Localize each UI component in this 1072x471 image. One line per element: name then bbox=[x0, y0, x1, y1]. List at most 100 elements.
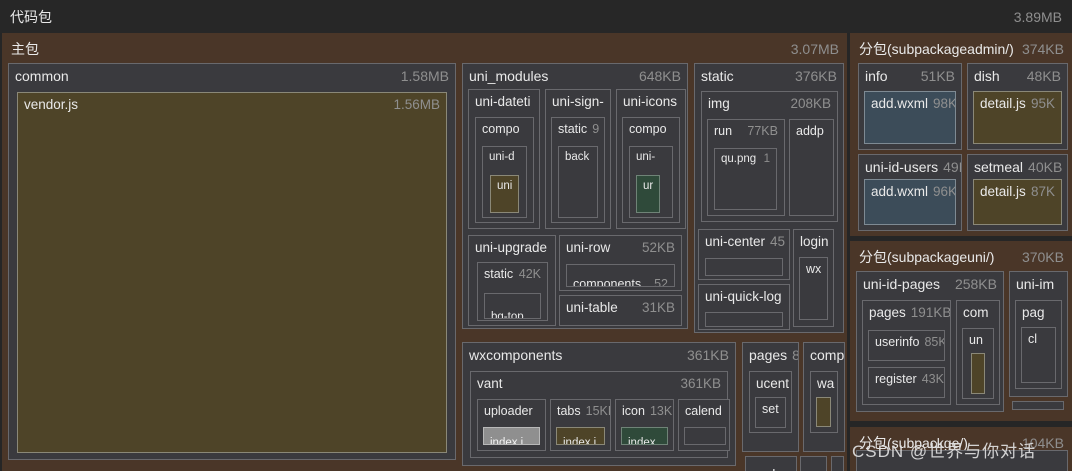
treemap-node-uni-table[interactable]: uni-table31KB bbox=[559, 295, 682, 326]
treemap-node-set[interactable]: set bbox=[755, 397, 786, 428]
node-label: login bbox=[800, 234, 829, 249]
treemap-node-addp[interactable]: addp bbox=[789, 119, 834, 216]
node-header: wxcomponents361KB bbox=[463, 343, 735, 367]
node-size: 1.58MB bbox=[401, 68, 449, 84]
node-header: qu.png1 bbox=[715, 149, 776, 169]
node-header: components52 bbox=[567, 275, 674, 287]
node-size: 258KB bbox=[955, 276, 997, 292]
node-header: wa bbox=[811, 372, 837, 395]
node-header: uni-im bbox=[1010, 272, 1067, 296]
node-header: bg-top bbox=[485, 309, 540, 319]
node-label: icon bbox=[622, 404, 645, 418]
treemap-node-add-wxml[interactable]: add.wxml 98K bbox=[864, 91, 956, 144]
treemap-node-wx[interactable]: wx bbox=[799, 257, 828, 320]
node-label: uni-dateti bbox=[475, 94, 531, 109]
node-size: 13KB bbox=[650, 404, 673, 418]
node-label: compo bbox=[482, 122, 520, 136]
node-header: detail.js95K bbox=[974, 92, 1061, 115]
node-label: add.wxml bbox=[871, 96, 928, 111]
treemap-node-uni[interactable]: uni bbox=[490, 175, 519, 213]
node-header: cl bbox=[1022, 328, 1055, 350]
node-label: pages bbox=[869, 305, 906, 320]
treemap-nodes-layer: common1.58MBvendor.js1.56MBuni_modules64… bbox=[0, 0, 1072, 471]
treemap-node-components[interactable]: components52 bbox=[566, 264, 675, 287]
node-label: comp bbox=[810, 347, 844, 363]
treemap-node-app[interactable]: app bbox=[800, 456, 827, 471]
node-label: uploader bbox=[484, 404, 533, 418]
treemap-node-detail-js[interactable]: detail.js95K bbox=[973, 91, 1062, 144]
node-header: back bbox=[559, 147, 597, 167]
node-label: uni-center bbox=[705, 234, 765, 249]
treemap-node-add-wxml[interactable]: add.wxml96K bbox=[864, 179, 956, 225]
treemap-node-userinfo[interactable]: userinfo85K bbox=[868, 330, 945, 361]
treemap-node[interactable] bbox=[705, 258, 783, 276]
node-label: ur bbox=[643, 180, 653, 192]
node-size: 98K bbox=[933, 96, 955, 111]
node-header: uni_modules648KB bbox=[463, 64, 687, 88]
node-label: register bbox=[875, 372, 917, 386]
node-header: un bbox=[963, 329, 993, 351]
treemap-node-index-j[interactable]: index.j bbox=[483, 427, 540, 445]
node-header: vendor.js1.56MB bbox=[18, 93, 446, 116]
node-label: un bbox=[969, 333, 983, 347]
node-label: uni-icons bbox=[623, 94, 677, 109]
node-size: 43KB bbox=[922, 372, 944, 386]
node-label: uni-d bbox=[489, 151, 515, 163]
node-label: add.wxml bbox=[871, 184, 928, 199]
node-header: uni-icons bbox=[617, 90, 685, 113]
treemap-node[interactable] bbox=[1012, 401, 1064, 410]
treemap-node-index-j[interactable]: index.j bbox=[556, 427, 605, 445]
node-size: 42K bbox=[519, 267, 541, 281]
node-header: add.wxml96K bbox=[865, 180, 955, 203]
node-size: 31KB bbox=[642, 300, 675, 315]
node-header: uploader bbox=[478, 400, 545, 422]
node-header: setmeal40KB bbox=[968, 155, 1067, 179]
node-header: register 43KB bbox=[869, 368, 944, 390]
treemap-node[interactable] bbox=[831, 456, 844, 471]
treemap-node-bg-top[interactable]: bg-top bbox=[484, 293, 541, 319]
treemap-node[interactable] bbox=[971, 353, 985, 394]
treemap-node-ur[interactable]: ur bbox=[636, 175, 660, 213]
node-header: run77KB bbox=[708, 120, 784, 142]
node-label: index bbox=[628, 437, 656, 445]
node-header: index bbox=[622, 435, 667, 445]
node-header: static 42K bbox=[478, 263, 547, 285]
node-header: uni bbox=[491, 176, 518, 196]
node-label: uni bbox=[497, 180, 512, 192]
node-header: calend bbox=[679, 400, 729, 422]
treemap-node-register[interactable]: register 43KB bbox=[868, 367, 945, 398]
node-size: 15KB bbox=[586, 404, 610, 418]
node-header: uni-sign- bbox=[546, 90, 610, 113]
node-header bbox=[832, 457, 844, 465]
node-label: uni-upgrade bbox=[475, 240, 547, 255]
node-size: 648KB bbox=[639, 68, 681, 84]
treemap-node-cl[interactable]: cl bbox=[1021, 327, 1056, 383]
node-header bbox=[1013, 402, 1063, 410]
node-size: 376KB bbox=[795, 68, 837, 84]
node-header: compo bbox=[623, 118, 679, 140]
treemap-node[interactable] bbox=[816, 397, 831, 427]
treemap-node-back[interactable]: back bbox=[558, 146, 598, 218]
node-header: uni-dateti bbox=[469, 90, 539, 113]
treemap-node-index[interactable]: index bbox=[621, 427, 668, 445]
node-header: tabs15KB bbox=[551, 400, 610, 422]
node-label: userinfo bbox=[875, 335, 919, 349]
node-header: index.j bbox=[484, 435, 539, 445]
treemap-node-node-m[interactable]: node-m bbox=[745, 456, 797, 471]
node-header: info51KB bbox=[859, 64, 961, 88]
node-size: 49K bbox=[943, 159, 961, 175]
node-label: uni-quick-log bbox=[705, 289, 782, 304]
node-header: uni-upgrade bbox=[469, 236, 555, 259]
treemap-node[interactable] bbox=[684, 427, 726, 445]
treemap-node-vendor-js[interactable]: vendor.js1.56MB bbox=[17, 92, 447, 453]
node-label: info bbox=[865, 68, 888, 84]
node-label: static bbox=[484, 267, 513, 281]
node-label: vant bbox=[477, 376, 503, 391]
treemap-node-qu-png[interactable]: qu.png1 bbox=[714, 148, 777, 210]
node-header: dish48KB bbox=[968, 64, 1067, 88]
node-header: uni-quick-log bbox=[699, 285, 789, 308]
node-size: 1.56MB bbox=[393, 97, 440, 112]
treemap-node-detail-js[interactable]: detail.js87K bbox=[973, 179, 1062, 225]
node-label: components bbox=[573, 277, 641, 287]
treemap-node[interactable] bbox=[705, 312, 783, 327]
